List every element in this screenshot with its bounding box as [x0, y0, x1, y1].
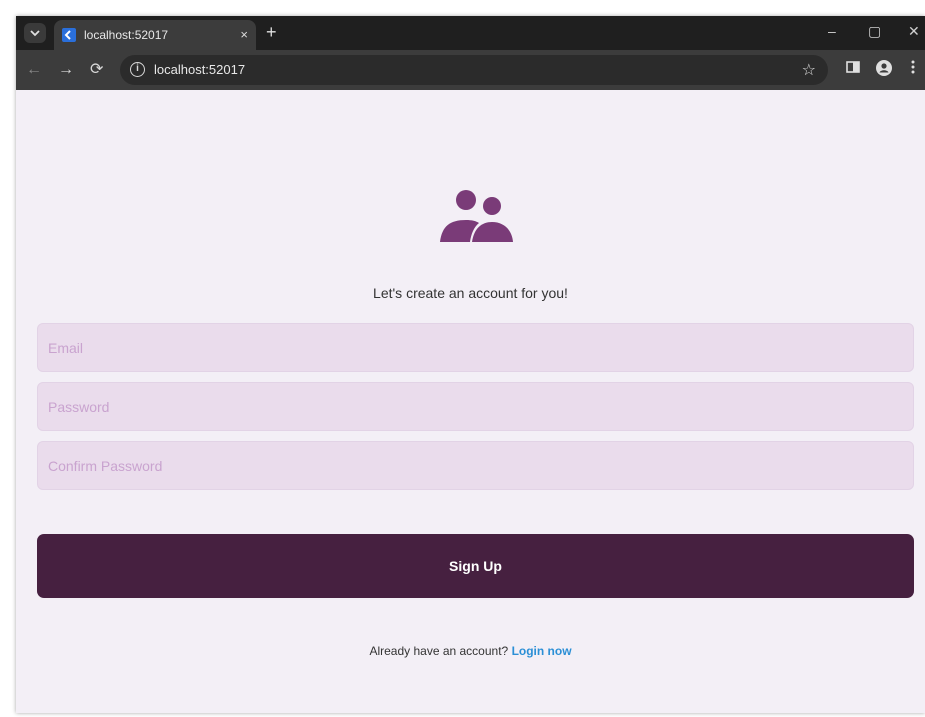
footer-prompt-text: Already have an account?	[369, 644, 509, 658]
browser-window: localhost:52017 × + – ▢ ✕ ← → ⟳ i localh…	[16, 16, 925, 713]
password-field[interactable]	[38, 383, 913, 430]
signup-page: Let's create an account for you! Sign Up…	[16, 90, 925, 713]
bookmark-star-icon[interactable]: ☆	[802, 60, 816, 80]
address-bar[interactable]: i localhost:52017 ☆	[120, 55, 828, 85]
email-field-container	[37, 323, 914, 372]
browser-tab[interactable]: localhost:52017 ×	[54, 20, 256, 50]
flutter-favicon-icon	[62, 28, 76, 42]
chevron-down-icon	[30, 30, 40, 37]
kebab-menu-icon[interactable]	[911, 60, 915, 77]
info-icon[interactable]: i	[130, 62, 145, 77]
page-tagline: Let's create an account for you!	[373, 285, 568, 301]
back-button[interactable]: ←	[26, 60, 42, 80]
tab-search-button[interactable]	[24, 23, 46, 43]
tab-close-button[interactable]: ×	[240, 27, 248, 42]
maximize-button[interactable]: ▢	[868, 23, 881, 40]
forward-button[interactable]: →	[58, 60, 74, 80]
confirm-password-field[interactable]	[38, 442, 913, 489]
new-tab-button[interactable]: +	[266, 22, 277, 42]
side-panel-icon[interactable]	[846, 60, 860, 77]
reload-button[interactable]: ⟳	[90, 60, 103, 80]
profile-icon[interactable]	[876, 60, 892, 79]
minimize-button[interactable]: –	[828, 23, 836, 39]
close-window-button[interactable]: ✕	[908, 23, 920, 40]
tab-title: localhost:52017	[84, 28, 169, 42]
tab-strip: localhost:52017 × + – ▢ ✕	[16, 16, 925, 50]
address-url[interactable]: localhost:52017	[154, 62, 245, 77]
people-icon	[440, 190, 513, 242]
email-field[interactable]	[38, 324, 913, 371]
login-now-link[interactable]: Login now	[512, 644, 572, 658]
browser-toolbar: ← → ⟳ i localhost:52017 ☆	[16, 50, 925, 90]
password-field-container	[37, 382, 914, 431]
sign-up-button[interactable]: Sign Up	[37, 534, 914, 598]
login-prompt: Already have an account? Login now	[16, 644, 925, 658]
confirm-password-field-container	[37, 441, 914, 490]
